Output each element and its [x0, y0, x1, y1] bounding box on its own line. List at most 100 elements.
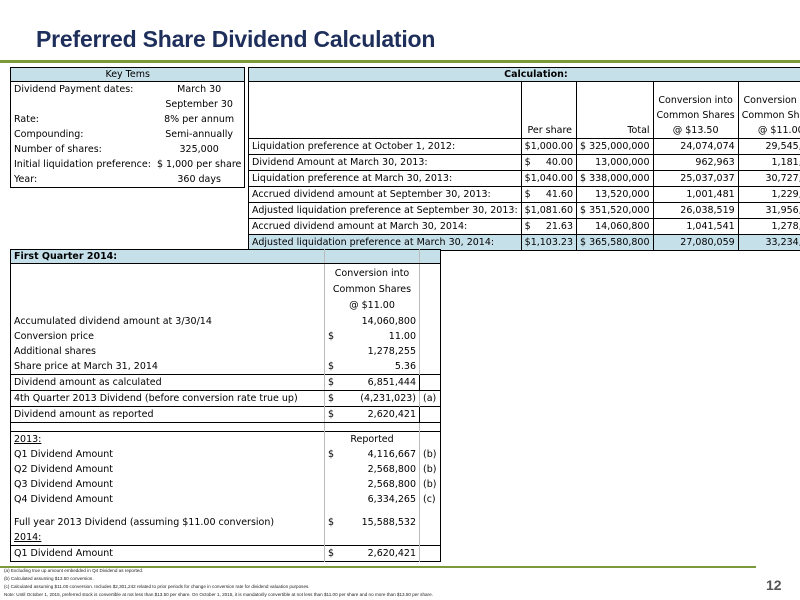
col-conv-1100-line1: Conversion into	[743, 95, 800, 106]
total-cell: 13,520,000	[576, 186, 654, 203]
row-label: Accrued dividend amount at September 30,…	[248, 186, 522, 203]
currency-sign: $	[328, 331, 335, 342]
key-term-label: Initial liquidation preference:	[14, 159, 151, 170]
row-label: Q3 Dividend Amount	[14, 479, 114, 490]
key-term-label: Year:	[14, 174, 38, 185]
conv2-cell: 1,229,091	[737, 186, 800, 203]
table-row: Additional shares 1,278,255	[11, 344, 441, 359]
table-row: Q2 Dividend Amount 2,568,800 (b)	[11, 462, 441, 477]
currency-sign: $	[328, 393, 335, 404]
value: 1,278,255	[367, 346, 416, 357]
table-row: Liquidation preference at March 30, 2013…	[248, 170, 800, 187]
total-cell: 14,060,800	[576, 218, 654, 235]
currency-sign: $	[328, 361, 335, 372]
per-share-cell: $1,040.00	[520, 170, 577, 187]
row-label: Accrued dividend amount at March 30, 201…	[248, 218, 522, 235]
row-label: Dividend amount as calculated	[10, 374, 325, 391]
per-share-value: 1,040.00	[530, 173, 574, 184]
key-terms-table: Key Tems Dividend Payment dates: March 30…	[10, 67, 246, 188]
key-term-value: March 30	[177, 84, 222, 95]
key-term-value: September 30	[165, 99, 233, 110]
conv2-cell: 1,181,818	[737, 154, 800, 171]
row-label: Q2 Dividend Amount	[14, 464, 114, 475]
footnote-note: Note: Until October 1, 2015, preferred s…	[4, 592, 433, 597]
note	[419, 406, 441, 423]
value-cell: 14,060,800	[324, 314, 420, 329]
col-conv-1350: Conversion into Common Shares @ $13.50	[652, 81, 739, 139]
note: (b)	[419, 477, 441, 492]
per-share-value: 1,103.23	[530, 237, 574, 248]
per-share-cell: $1,081.60	[520, 202, 577, 219]
value-cell: $6,851,444	[324, 374, 420, 391]
first-quarter-header: First Quarter 2014:	[10, 249, 325, 264]
value-cell: $5.36	[324, 359, 420, 375]
col-reported: Reported	[324, 431, 420, 447]
value-cell: $15,588,532	[324, 515, 420, 530]
per-share-cell: $1,000.00	[520, 138, 577, 155]
table-row: Q1 Dividend Amount $4,116,667 (b)	[11, 447, 441, 462]
currency-sign: $	[328, 377, 335, 388]
value-cell: $11.00	[324, 329, 420, 344]
per-share-value: 21.63	[545, 221, 574, 232]
value: 11.00	[388, 331, 416, 342]
key-term-label: Compounding:	[14, 129, 84, 140]
table-row: 4th Quarter 2013 Dividend (before conver…	[11, 390, 441, 407]
table-row: Q1 Dividend Amount $2,620,421	[10, 545, 441, 562]
value-cell: $ (4,231,023)	[324, 390, 420, 407]
value-cell: $4,116,667	[324, 447, 420, 462]
table-row: Adjusted liquidation preference at Septe…	[248, 202, 800, 219]
per-share-value: 40.00	[545, 157, 574, 168]
calculation-header: Calculation:	[248, 67, 800, 82]
value-cell: 6,334,265	[324, 492, 420, 507]
per-share-cell: $21.63	[520, 218, 577, 235]
value-cell: $2,620,421	[324, 406, 420, 423]
conv1-cell: 25,037,037	[652, 170, 739, 187]
currency-sign: $	[328, 409, 335, 420]
conv1-cell: 27,080,059	[652, 234, 739, 251]
row-label: Adjusted liquidation preference at Septe…	[248, 202, 522, 219]
conv2-cell: 1,278,255	[737, 218, 800, 235]
col-conv-line3: @ $11.00	[349, 300, 395, 311]
table-row: Conversion price $11.00	[11, 329, 441, 344]
row-label: Full year 2013 Dividend (assuming $11.00…	[14, 517, 275, 528]
per-share-value: 1,000.00	[530, 141, 574, 152]
conv1-cell: 24,074,074	[652, 138, 739, 155]
row-label: Accumulated dividend amount at 3/30/14	[14, 316, 212, 327]
row-label: Q1 Dividend Amount	[14, 449, 114, 460]
row-label: Conversion price	[14, 331, 94, 342]
conv1-cell: 26,038,519	[652, 202, 739, 219]
table-row: Liquidation preference at October 1, 201…	[248, 138, 800, 155]
row-label: Liquidation preference at October 1, 201…	[248, 138, 522, 155]
value-cell: $2,620,421	[324, 545, 420, 562]
col-conv-1100-line2: Common Shares	[741, 110, 800, 121]
conv2-cell: 33,234,618	[737, 234, 800, 251]
note: (b)	[419, 447, 441, 462]
row-label: Share price at March 31, 2014	[14, 361, 158, 372]
spacer	[324, 507, 420, 515]
value-cell: 1,278,255	[324, 344, 420, 359]
col-conv-1350-line2: Common Shares	[656, 110, 735, 121]
row-label: Dividend Amount at March 30, 2013:	[248, 154, 522, 171]
conv1-cell: 962,963	[652, 154, 739, 171]
row-label: Dividend amount as reported	[10, 406, 325, 423]
table-row: Accrued dividend amount at March 30, 201…	[248, 218, 800, 235]
col-conv-1350-line1: Conversion into	[658, 95, 733, 106]
total-cell: 13,000,000	[576, 154, 654, 171]
col-conv-1350-line3: @ $13.50	[672, 125, 719, 136]
total-cell: $ 325,000,000	[576, 138, 654, 155]
col-total: Total	[576, 81, 654, 139]
title-rule	[0, 60, 800, 63]
row-label: 4th Quarter 2013 Dividend (before conver…	[14, 393, 298, 404]
blank-cell	[419, 530, 441, 546]
section-label-2014: 2014:	[14, 532, 42, 543]
col-conv-1100-line3: @ $11.00	[757, 125, 800, 136]
spacer	[324, 422, 420, 432]
value: 5.36	[394, 361, 416, 372]
per-share-value: 1,081.60	[530, 205, 574, 216]
total-cell: $ 365,580,800	[576, 234, 654, 251]
value: 14,060,800	[361, 316, 416, 327]
col-conv-1100: Conversion into Common Shares @ $11.00	[737, 81, 800, 139]
conv2-cell: 31,956,364	[737, 202, 800, 219]
blank-cell	[11, 264, 325, 315]
value: (4,231,023)	[360, 393, 416, 404]
